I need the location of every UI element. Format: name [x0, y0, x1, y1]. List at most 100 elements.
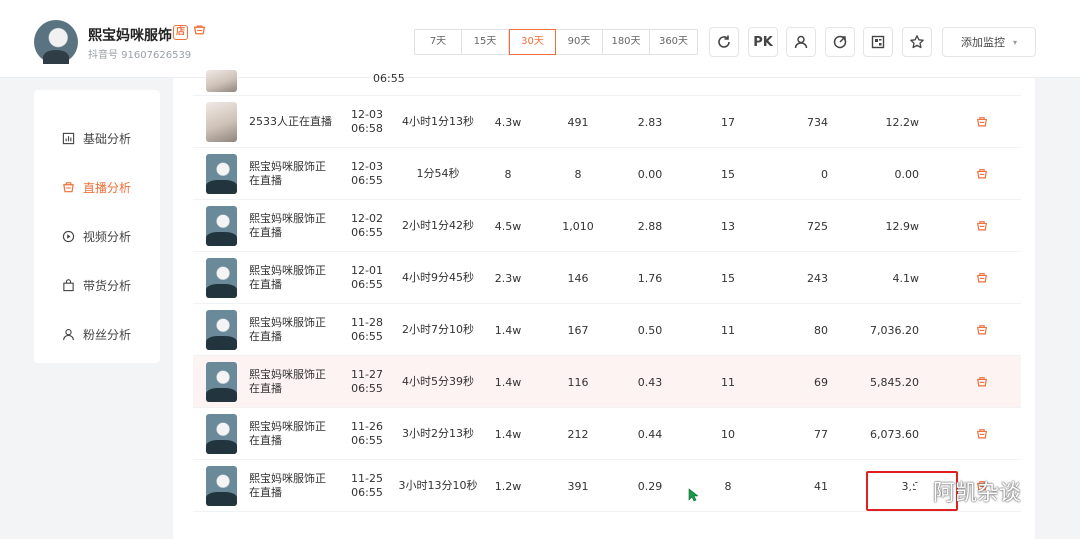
metric-v1: 1.4w — [494, 323, 522, 337]
live-title[interactable]: 熙宝妈咪服饰正 在直播 — [249, 408, 339, 460]
table-row[interactable]: 2533人正在直播 12-03 06:58 4小时1分13秒 4.3w 491 2.83 17… — [193, 96, 1021, 148]
pk-button[interactable]: PK — [748, 27, 778, 57]
metric-v3: 2.88 — [637, 219, 663, 233]
live-cover-thumbnail — [206, 362, 237, 402]
live-date: 11-25 — [351, 472, 383, 485]
live-title-line: 在直播 — [249, 330, 282, 343]
metric-v2: 1,010 — [562, 219, 594, 233]
time-range-tab[interactable]: 180天 — [603, 30, 650, 54]
live-date: 12-03 — [351, 108, 383, 121]
add-monitor-button[interactable]: 添加监控 ▾ — [942, 27, 1036, 57]
time-range-tab[interactable]: 90天 — [556, 30, 603, 54]
shop-badge-icon: 店 — [173, 25, 188, 40]
sidebar-item[interactable]: 视频分析 — [34, 212, 160, 261]
douyin-id: 抖音号 91607626539 — [88, 50, 192, 61]
cart-icon[interactable] — [973, 252, 991, 304]
metric-v2: 212 — [567, 427, 589, 441]
live-title[interactable]: 熙宝妈咪服饰正 在直播 — [249, 200, 339, 252]
favorite-button[interactable] — [902, 27, 932, 57]
metric-v5: 41 — [814, 479, 828, 493]
table-row-partial[interactable]: 06:55 — [193, 70, 1021, 96]
live-start-time: 11-28 06:55 — [341, 304, 393, 356]
metric-v6: 12.2w — [885, 115, 920, 129]
live-title[interactable]: 熙宝妈咪服饰正 在直播 — [249, 356, 339, 408]
live-title[interactable]: 熙宝妈咪服饰正 在直播 — [249, 252, 339, 304]
metric-v2: 146 — [567, 271, 589, 285]
live-start-time: 12-03 06:58 — [341, 96, 393, 148]
live-time: 06:55 — [351, 486, 383, 499]
cart-icon[interactable] — [973, 356, 991, 408]
metric-v1: 4.5w — [494, 219, 522, 233]
metric-v3: 2.83 — [637, 115, 663, 129]
fans-compare-button[interactable] — [786, 27, 816, 57]
live-duration: 4小时9分45秒 — [402, 271, 474, 284]
bag-icon — [62, 279, 75, 292]
sidebar-item-label: 基础分析 — [83, 132, 132, 146]
live-title[interactable]: 熙宝妈咪服饰正 在直播 — [249, 460, 339, 512]
live-title-line: 熙宝妈咪服饰正 — [249, 264, 326, 277]
pk-label: PK — [753, 34, 773, 50]
metric-v4: 11 — [721, 375, 735, 389]
live-records-table: 06:55 2533人正在直播 12-03 06:58 4小时1分13秒 4.3w 491… — [173, 70, 1035, 539]
metric-v1: 2.3w — [494, 271, 522, 285]
avatar[interactable] — [34, 20, 78, 64]
cart-icon[interactable] — [973, 96, 991, 148]
metric-v4: 10 — [721, 427, 735, 441]
metric-v2: 167 — [567, 323, 589, 337]
metric-v5: 69 — [814, 375, 828, 389]
live-time: 06:55 — [351, 278, 383, 291]
table-row[interactable]: 熙宝妈咪服饰正 在直播 11-26 06:55 3小时2分13秒 1.4w 212 0.44 1… — [193, 408, 1021, 460]
sidebar-item[interactable]: 基础分析 — [34, 114, 160, 163]
live-title[interactable]: 2533人正在直播 — [249, 96, 339, 148]
live-date: 11-28 — [351, 316, 383, 329]
metric-v1: 4.3w — [494, 115, 522, 129]
live-time: 06:55 — [351, 330, 383, 343]
live-title-line: 在直播 — [249, 226, 282, 239]
share-button[interactable] — [825, 27, 855, 57]
chevron-down-icon: ▾ — [1012, 37, 1017, 47]
metric-v2: 491 — [567, 115, 589, 129]
table-row[interactable]: 熙宝妈咪服饰正 在直播 11-27 06:55 4小时5分39秒 1.4w 116 0.43 1… — [193, 356, 1021, 408]
live-duration: 4小时5分39秒 — [402, 375, 474, 388]
live-date: 11-27 — [351, 368, 383, 381]
sidebar-item[interactable]: 粉丝分析 — [34, 310, 160, 359]
metric-v3: 0.29 — [637, 479, 663, 493]
refresh-button[interactable] — [709, 27, 739, 57]
live-time: 06:58 — [351, 122, 383, 135]
metric-v3: 0.44 — [637, 427, 663, 441]
sidebar-item[interactable]: 带货分析 — [34, 261, 160, 310]
live-title-line: 在直播 — [249, 382, 282, 395]
cart-icon[interactable] — [973, 200, 991, 252]
time-range-tab[interactable]: 7天 — [415, 30, 462, 54]
sidebar-item[interactable]: 直播分析 — [34, 163, 160, 212]
live-date: 12-02 — [351, 212, 383, 225]
live-title[interactable]: 熙宝妈咪服饰正 在直播 — [249, 304, 339, 356]
time-range-tab[interactable]: 360天 — [650, 30, 697, 54]
table-row[interactable]: 熙宝妈咪服饰正 在直播 12-03 06:55 1分54秒 8 8 0.00 15 0 0.00 — [193, 148, 1021, 200]
live-time: 06:55 — [351, 226, 383, 239]
mouse-cursor-icon — [688, 488, 698, 502]
live-duration: 1分54秒 — [416, 167, 460, 180]
wechat-logo-icon — [894, 479, 925, 502]
live-duration: 2小时7分10秒 — [402, 323, 474, 336]
live-cover-thumbnail — [206, 466, 237, 506]
sidebar-item-label: 粉丝分析 — [83, 328, 132, 342]
qrcode-button[interactable] — [863, 27, 893, 57]
table-row[interactable]: 熙宝妈咪服饰正 在直播 11-28 06:55 2小时7分10秒 1.4w 167 0.50 1… — [193, 304, 1021, 356]
watermark-text: 阿凯杂谈 — [933, 481, 1022, 506]
time-range-tab[interactable]: 15天 — [462, 30, 509, 54]
live-cover-thumbnail — [206, 102, 237, 142]
metric-v6: 5,845.20 — [870, 375, 919, 389]
metric-v5: 734 — [807, 115, 828, 129]
metric-v6: 6,073.60 — [870, 427, 919, 441]
table-row[interactable]: 熙宝妈咪服饰正 在直播 12-02 06:55 2小时1分42秒 4.5w 1,010 2.8… — [193, 200, 1021, 252]
cart-icon[interactable] — [973, 148, 991, 200]
live-title-line: 熙宝妈咪服饰正 — [249, 368, 326, 381]
metric-v6: 12.9w — [885, 219, 920, 233]
live-title-line: 熙宝妈咪服饰正 — [249, 212, 326, 225]
cart-icon[interactable] — [973, 408, 991, 460]
time-range-tab[interactable]: 30天 — [509, 29, 556, 55]
cart-icon[interactable] — [973, 304, 991, 356]
table-row[interactable]: 熙宝妈咪服饰正 在直播 12-01 06:55 4小时9分45秒 2.3w 146 1.76 1… — [193, 252, 1021, 304]
live-title[interactable]: 熙宝妈咪服饰正 在直播 — [249, 148, 339, 200]
